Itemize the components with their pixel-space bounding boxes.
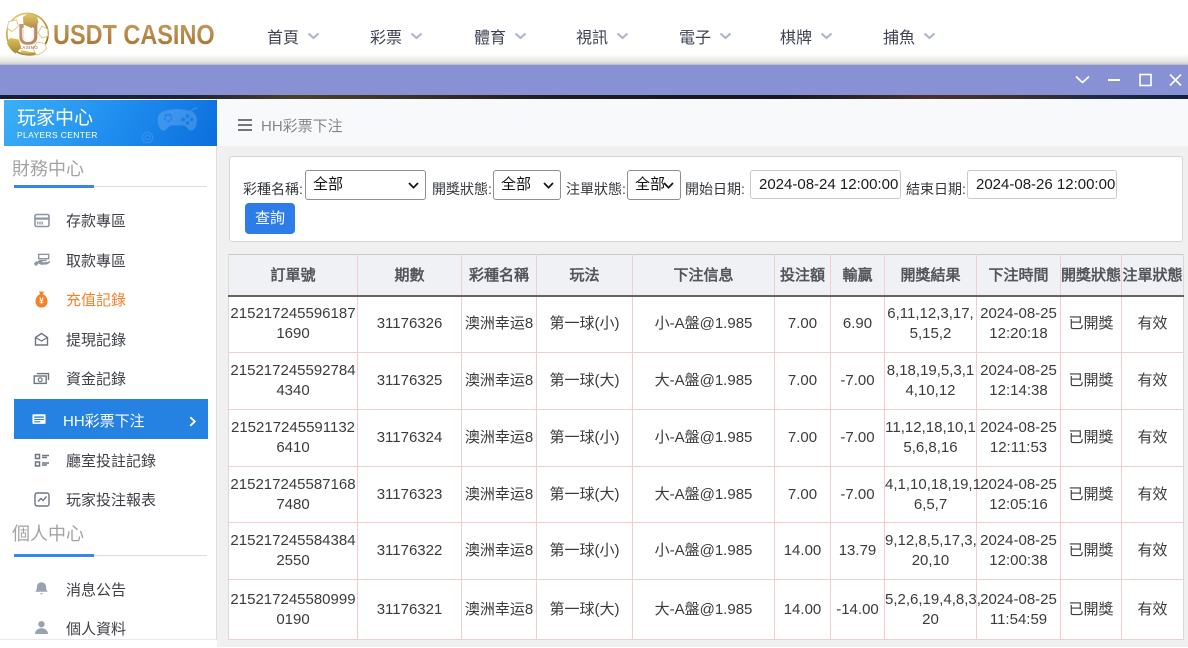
svg-text:¥: ¥ — [39, 296, 44, 305]
